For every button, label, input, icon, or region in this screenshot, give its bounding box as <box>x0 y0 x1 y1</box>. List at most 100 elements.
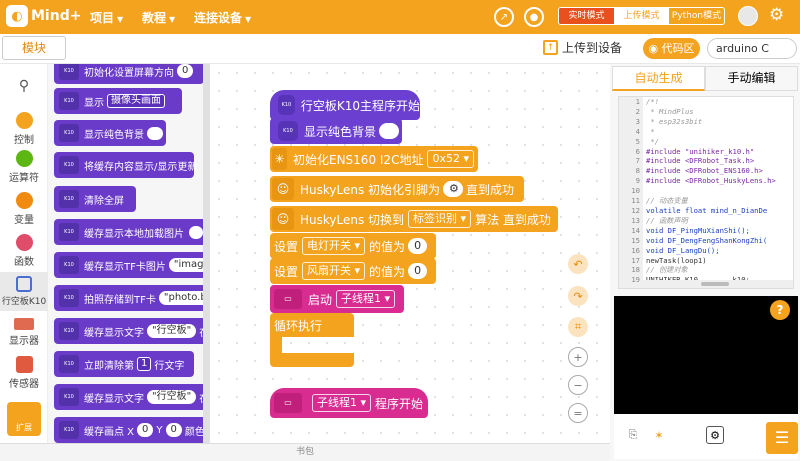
k10-icon: K10 <box>59 156 79 174</box>
loop-block-arm <box>270 337 282 353</box>
code-area-button[interactable]: ◉ 代码区 <box>643 38 700 59</box>
category-control[interactable]: 控制 <box>0 112 48 146</box>
redo-icon[interactable]: ↷ <box>568 286 588 306</box>
operators-dot-icon <box>15 150 33 167</box>
clear-icon[interactable]: ✶ <box>650 426 668 444</box>
top-bar: ◐ Mind+ 项目 ▼ 教程 ▼ 连接设备 ▼ ↗ ● 实时模式 上传模式 Pyth… <box>0 0 800 34</box>
tab-manual-edit[interactable]: 手动编辑 <box>705 66 798 91</box>
menu-connect-device[interactable]: 连接设备 ▼ <box>194 9 251 26</box>
line-number: 5 <box>635 136 640 146</box>
palette-block-refresh[interactable]: K10 将缓存内容显示/显示更新 <box>54 152 197 178</box>
mode-python[interactable]: Python模式 <box>669 8 724 24</box>
category-functions[interactable]: 函数 <box>0 234 48 268</box>
line-number: 7 <box>635 156 640 166</box>
palette-block-solid-bg[interactable]: K10 显示纯色背景 <box>54 120 166 146</box>
upload-button[interactable]: ↑ 上传到设备 <box>543 39 622 56</box>
code-line: */ <box>646 136 659 146</box>
palette-block-tf-image[interactable]: K10缓存显示TF卡图片"image.p <box>54 252 210 278</box>
set-fan-block[interactable]: 设置 风扇开关 ▾ 的值为 0 <box>270 258 436 284</box>
loop-block[interactable]: 循环执行 <box>270 313 354 337</box>
category-k10[interactable]: 行空板K10 <box>0 272 48 311</box>
code-tabs: 自动生成 手动编辑 <box>612 66 798 91</box>
line-number: 6 <box>635 146 640 156</box>
palette-block-photo-tf[interactable]: K10拍照存储到TF卡"photo.bm <box>54 285 210 311</box>
palette-block-show-camera[interactable]: K10 显示 摄像头画面 <box>54 88 182 114</box>
menu-icon[interactable]: ☰ <box>766 422 798 454</box>
help-icon[interactable]: ? <box>770 300 790 320</box>
thread-icon: ▭ <box>274 393 302 413</box>
k10-icon: K10 <box>278 121 298 141</box>
backpack-bar[interactable]: 书包 <box>0 443 610 461</box>
usb-icon[interactable]: ⎘ <box>624 426 642 444</box>
category-variables[interactable]: 变量 <box>0 192 48 226</box>
solid-bg-block[interactable]: K10 显示纯色背景 <box>270 118 402 144</box>
line-number: 17 <box>631 255 640 265</box>
category-display[interactable]: 显示器 <box>0 318 48 347</box>
k10-icon: K10 <box>59 124 79 142</box>
code-line: * esp32s3bit <box>646 116 703 126</box>
script-canvas[interactable]: K10 行空板K10主程序开始 K10 显示纯色背景 ✳ 初始化ENS160 I2C地… <box>210 64 610 443</box>
k10-icon: K10 <box>59 322 79 340</box>
line-number: 4 <box>635 126 640 136</box>
terminal[interactable]: ? <box>614 296 798 414</box>
set-light-block[interactable]: 设置 电灯开关 ▾ 的值为 0 <box>270 233 436 259</box>
palette-block-screen-dir[interactable]: K10 初始化设置屏幕方向 0 <box>54 64 204 84</box>
huskylens-init-block[interactable]: ☺ HuskyLens 初始化引脚为 ⚙ 直到成功 <box>270 176 524 202</box>
category-sensor[interactable]: 传感器 <box>0 356 48 390</box>
huskylens-switch-block[interactable]: ☺ HuskyLens 切换到 标签识别 ▾ 算法 直到成功 <box>270 206 558 232</box>
menu-project[interactable]: 项目 ▼ <box>90 9 123 26</box>
crop-icon[interactable]: ⌗ <box>568 317 588 337</box>
category-operators[interactable]: 运算符 <box>0 150 48 184</box>
palette-block-clear-screen[interactable]: K10 清除全屏 <box>54 186 136 212</box>
mode-upload[interactable]: 上传模式 <box>614 8 669 24</box>
avatar[interactable] <box>738 6 758 26</box>
code-line: #include <DFRobot_ENS160.h> <box>646 166 763 176</box>
menu-tutorial[interactable]: 教程 ▼ <box>142 9 175 26</box>
variables-dot-icon <box>15 192 33 209</box>
code-panel: 自动生成 手动编辑 1 2 3 4 5 6 7 8 9 10 11 12 13 14 15 16 17 18 19 … <box>610 64 800 461</box>
line-number: 18 <box>631 265 640 275</box>
line-number: 12 <box>631 205 640 215</box>
line-number: 15 <box>631 235 640 245</box>
zoom-in-icon[interactable]: + <box>568 347 588 367</box>
code-line: void DF_PingMuXianShi(); <box>646 225 750 235</box>
k10-icon: K10 <box>59 289 79 307</box>
thread-hat-block[interactable]: ▭ 子线程1 ▾ 程序开始 <box>270 388 428 418</box>
chart-icon[interactable]: ↗ <box>494 7 514 27</box>
palette-block-draw-point[interactable]: K10 缓存画点 X 0 Y 0 颜色 <box>54 417 210 443</box>
zoom-out-icon[interactable]: − <box>568 375 588 395</box>
code-line: #include <DFRobot_HuskyLens.h> <box>646 176 776 186</box>
settings-icon[interactable]: ⚙ <box>706 426 724 444</box>
huskylens-icon: ☺ <box>272 178 294 200</box>
palette-block-local-image[interactable]: K10 缓存显示本地加载图片 <box>54 219 210 245</box>
line-number: 3 <box>635 116 640 126</box>
palette-block-clear-line[interactable]: K10 立即清除第 1 行文字 <box>54 351 194 377</box>
code-h-scrollbar[interactable] <box>643 280 793 288</box>
code-line: * MindPlus <box>646 106 694 116</box>
code-lines: /*! * MindPlus * esp32s3bit * */#include… <box>646 97 776 285</box>
ens160-init-block[interactable]: ✳ 初始化ENS160 I2C地址 0x52 ▾ <box>270 146 478 172</box>
zoom-reset-icon[interactable]: = <box>568 403 588 423</box>
record-icon[interactable]: ● <box>524 7 544 27</box>
palette-block-show-text-2[interactable]: K10缓存显示文字"行空板"在 <box>54 384 210 410</box>
search-icon[interactable]: ⚲ <box>0 78 48 94</box>
k10-icon: K10 <box>59 190 79 208</box>
start-thread-block[interactable]: ▭ 启动 子线程1 ▾ <box>270 285 404 313</box>
line-number: 11 <box>631 196 640 206</box>
undo-icon[interactable]: ↶ <box>568 254 588 274</box>
code-line: void DF_LangDu(); <box>646 245 720 255</box>
board-select[interactable]: arduino C <box>707 38 797 59</box>
k10-icon: K10 <box>59 355 79 373</box>
chip-icon <box>16 276 32 292</box>
tab-auto-generate[interactable]: 自动生成 <box>612 66 705 91</box>
k10-main-hat-block[interactable]: K10 行空板K10主程序开始 <box>270 90 420 120</box>
palette-scrollbar[interactable] <box>203 64 210 443</box>
code-line: // 函数声明 <box>646 215 688 225</box>
palette-block-show-text[interactable]: K10缓存显示文字"行空板"在 <box>54 318 210 344</box>
mode-realtime[interactable]: 实时模式 <box>559 8 614 24</box>
code-editor[interactable]: 1 2 3 4 5 6 7 8 9 10 11 12 13 14 15 16 17 18 19 /*! * Mind… <box>618 96 794 289</box>
app-logo[interactable]: ◐ Mind+ <box>6 5 81 27</box>
gear-icon[interactable]: ⚙ <box>769 5 784 25</box>
module-button[interactable]: 模块 <box>2 36 66 60</box>
extension-button[interactable]: 扩展 <box>7 402 41 436</box>
